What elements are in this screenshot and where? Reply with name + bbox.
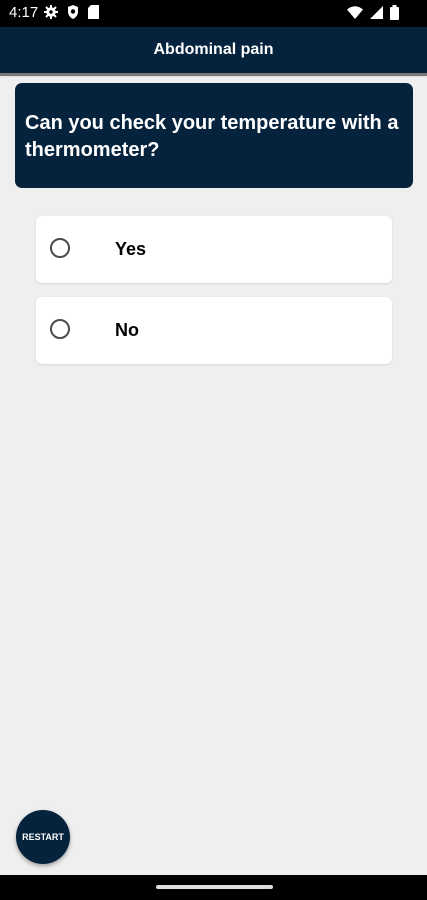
app-bar-divider: [0, 73, 427, 76]
wifi-icon: [347, 6, 363, 23]
question-text: Can you check your temperature with a th…: [25, 112, 399, 161]
sd-card-icon: [88, 5, 99, 23]
home-indicator[interactable]: [156, 885, 273, 889]
app-bar: Abdominal pain: [0, 27, 427, 73]
battery-icon: [390, 5, 399, 24]
settings-icon: [44, 5, 58, 23]
status-left-icons: [44, 5, 99, 23]
radio-no[interactable]: [50, 319, 70, 339]
signal-icon: [370, 6, 383, 23]
status-right-icons: [347, 5, 399, 24]
option-label-yes: Yes: [115, 239, 147, 259]
status-bar: 4:17: [0, 0, 427, 27]
question-card: Can you check your temperature with a th…: [15, 83, 413, 188]
shield-icon: [67, 5, 79, 23]
navigation-bar: [0, 875, 427, 900]
answer-option-yes[interactable]: Yes: [36, 216, 392, 283]
restart-button[interactable]: RESTART: [16, 810, 70, 864]
status-time: 4:17: [9, 4, 39, 21]
answer-option-no[interactable]: No: [36, 297, 392, 364]
page-title: Abdominal pain: [153, 41, 274, 58]
radio-yes[interactable]: [50, 238, 70, 258]
option-label-no: No: [115, 320, 139, 340]
